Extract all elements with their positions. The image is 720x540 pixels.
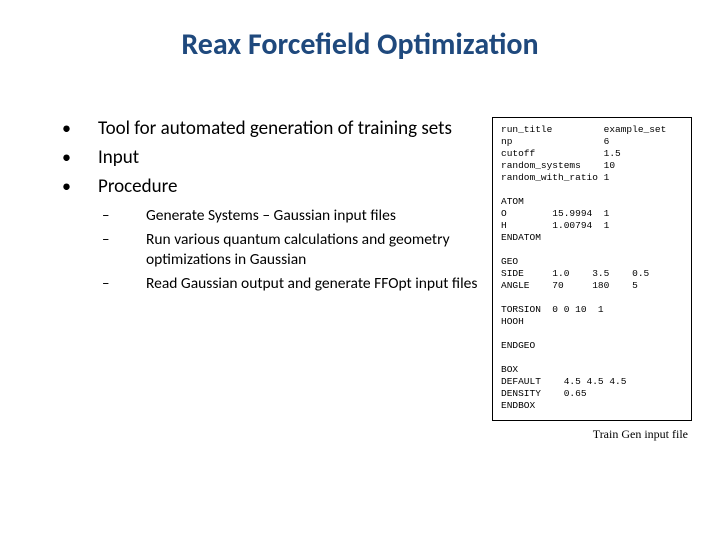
left-column: • Tool for automated generation of train… bbox=[28, 117, 484, 298]
bullet-dash: – bbox=[102, 274, 146, 294]
slide: Reax Forcefield Optimization • Tool for … bbox=[0, 0, 720, 540]
list-item: – Read Gaussian output and generate FFOp… bbox=[102, 274, 480, 294]
bullet-text: Input bbox=[98, 146, 139, 169]
sub-bullet-text: Generate Systems – Gaussian input files bbox=[146, 206, 396, 226]
bullet-dot: • bbox=[62, 175, 98, 198]
bullet-dot: • bbox=[62, 146, 98, 169]
page-title: Reax Forcefield Optimization bbox=[28, 26, 692, 63]
bullet-dot: • bbox=[62, 117, 98, 140]
code-caption: Train Gen input file bbox=[492, 427, 692, 442]
content-columns: • Tool for automated generation of train… bbox=[28, 117, 692, 442]
sub-bullet-list: – Generate Systems – Gaussian input file… bbox=[28, 206, 480, 294]
list-item: – Generate Systems – Gaussian input file… bbox=[102, 206, 480, 226]
right-column: run_title example_set np 6 cutoff 1.5 ra… bbox=[492, 117, 692, 442]
bullet-text: Tool for automated generation of trainin… bbox=[98, 117, 452, 140]
code-sample: run_title example_set np 6 cutoff 1.5 ra… bbox=[492, 117, 692, 421]
sub-bullet-text: Read Gaussian output and generate FFOpt … bbox=[146, 274, 477, 294]
list-item: • Input bbox=[62, 146, 480, 169]
bullet-dash: – bbox=[102, 206, 146, 226]
list-item: – Run various quantum calculations and g… bbox=[102, 230, 480, 270]
bullet-dash: – bbox=[102, 230, 146, 270]
bullet-text: Procedure bbox=[98, 175, 177, 198]
sub-bullet-text: Run various quantum calculations and geo… bbox=[146, 230, 480, 270]
bullet-list: • Tool for automated generation of train… bbox=[28, 117, 480, 198]
list-item: • Tool for automated generation of train… bbox=[62, 117, 480, 140]
list-item: • Procedure bbox=[62, 175, 480, 198]
